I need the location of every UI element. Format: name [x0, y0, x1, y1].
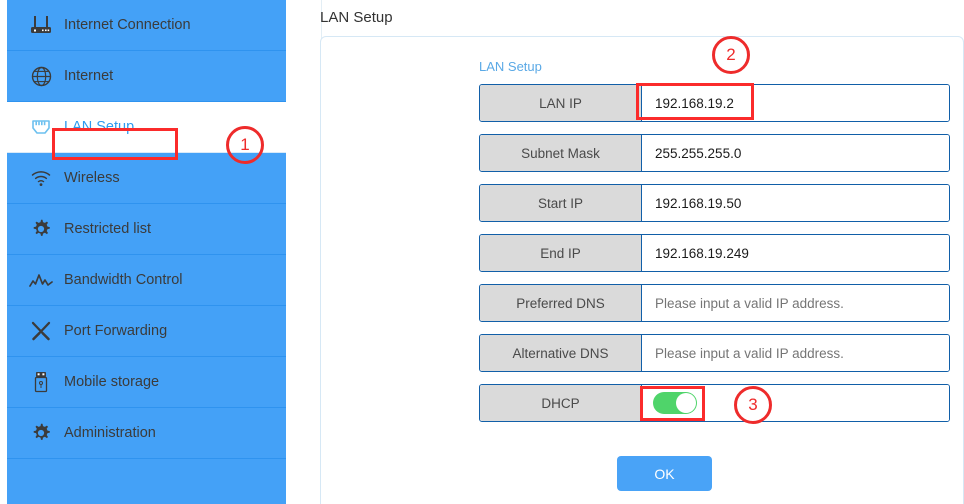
row-label-preferred-dns: Preferred DNS: [480, 285, 642, 321]
sidebar-item-restricted-list[interactable]: Restricted list: [7, 204, 286, 255]
gear-icon: [29, 217, 53, 241]
sidebar-item-mobile-storage[interactable]: Mobile storage: [7, 357, 286, 408]
row-label-start-ip: Start IP: [480, 185, 642, 221]
sidebar-item-internet[interactable]: Internet: [7, 51, 286, 102]
row-label-alternative-dns: Alternative DNS: [480, 335, 642, 371]
dhcp-toggle-cell: [642, 385, 949, 421]
sidebar-item-label: LAN Setup: [64, 118, 135, 135]
annotation-circle-3: 3: [734, 386, 772, 424]
form-row-start-ip: Start IP: [479, 184, 950, 222]
globe-icon: [29, 64, 53, 88]
row-label-dhcp: DHCP: [480, 385, 642, 421]
ethernet-port-icon: [29, 115, 53, 139]
subnet-mask-input[interactable]: [642, 135, 949, 171]
sidebar-item-label: Internet: [64, 67, 114, 84]
dhcp-toggle-knob: [676, 393, 696, 413]
form-row-alternative-dns: Alternative DNS: [479, 334, 950, 372]
form-row-lan-ip: LAN IP: [479, 84, 950, 122]
sidebar-item-administration[interactable]: Administration: [7, 408, 286, 459]
usb-drive-icon: [29, 370, 53, 394]
lan-setup-form: LAN IP Subnet Mask Start IP End IP Prefe…: [479, 84, 950, 434]
page-title: LAN Setup: [320, 9, 393, 26]
annotation-circle-1: 1: [226, 126, 264, 164]
sidebar-item-label: Mobile storage: [64, 373, 160, 390]
form-row-end-ip: End IP: [479, 234, 950, 272]
annotation-circle-2: 2: [712, 36, 750, 74]
chart-peaks-icon: [29, 268, 53, 292]
app-window: Internet Connection Internet LAN Setup W…: [0, 0, 964, 504]
sidebar-item-bandwidth-control[interactable]: Bandwidth Control: [7, 255, 286, 306]
card-heading: LAN Setup: [479, 59, 542, 74]
sidebar-item-extra[interactable]: [7, 459, 286, 504]
start-ip-input[interactable]: [642, 185, 949, 221]
form-row-dhcp: DHCP: [479, 384, 950, 422]
router-antenna-icon: [29, 13, 53, 37]
sidebar-item-label: Wireless: [64, 169, 120, 186]
sidebar-item-label: Port Forwarding: [64, 322, 168, 339]
ok-button[interactable]: OK: [617, 456, 712, 491]
alternative-dns-input[interactable]: [642, 335, 949, 371]
sidebar-item-port-forwarding[interactable]: Port Forwarding: [7, 306, 286, 357]
sidebar-item-label: Restricted list: [64, 220, 152, 237]
tools-cross-icon: [29, 319, 53, 343]
end-ip-input[interactable]: [642, 235, 949, 271]
row-label-subnet-mask: Subnet Mask: [480, 135, 642, 171]
row-label-lan-ip: LAN IP: [480, 85, 642, 121]
wifi-icon: [29, 166, 53, 190]
preferred-dns-input[interactable]: [642, 285, 949, 321]
sidebar-item-label: Internet Connection: [64, 16, 191, 33]
gear-icon: [29, 421, 53, 445]
sidebar-item-internet-connection[interactable]: Internet Connection: [7, 0, 286, 51]
lan-ip-input[interactable]: [642, 85, 949, 121]
sidebar-item-label: Administration: [64, 424, 156, 441]
row-label-end-ip: End IP: [480, 235, 642, 271]
form-row-preferred-dns: Preferred DNS: [479, 284, 950, 322]
sidebar-nav: Internet Connection Internet LAN Setup W…: [7, 0, 286, 504]
form-row-subnet-mask: Subnet Mask: [479, 134, 950, 172]
dhcp-toggle[interactable]: [653, 392, 697, 414]
sidebar-item-label: Bandwidth Control: [64, 271, 183, 288]
